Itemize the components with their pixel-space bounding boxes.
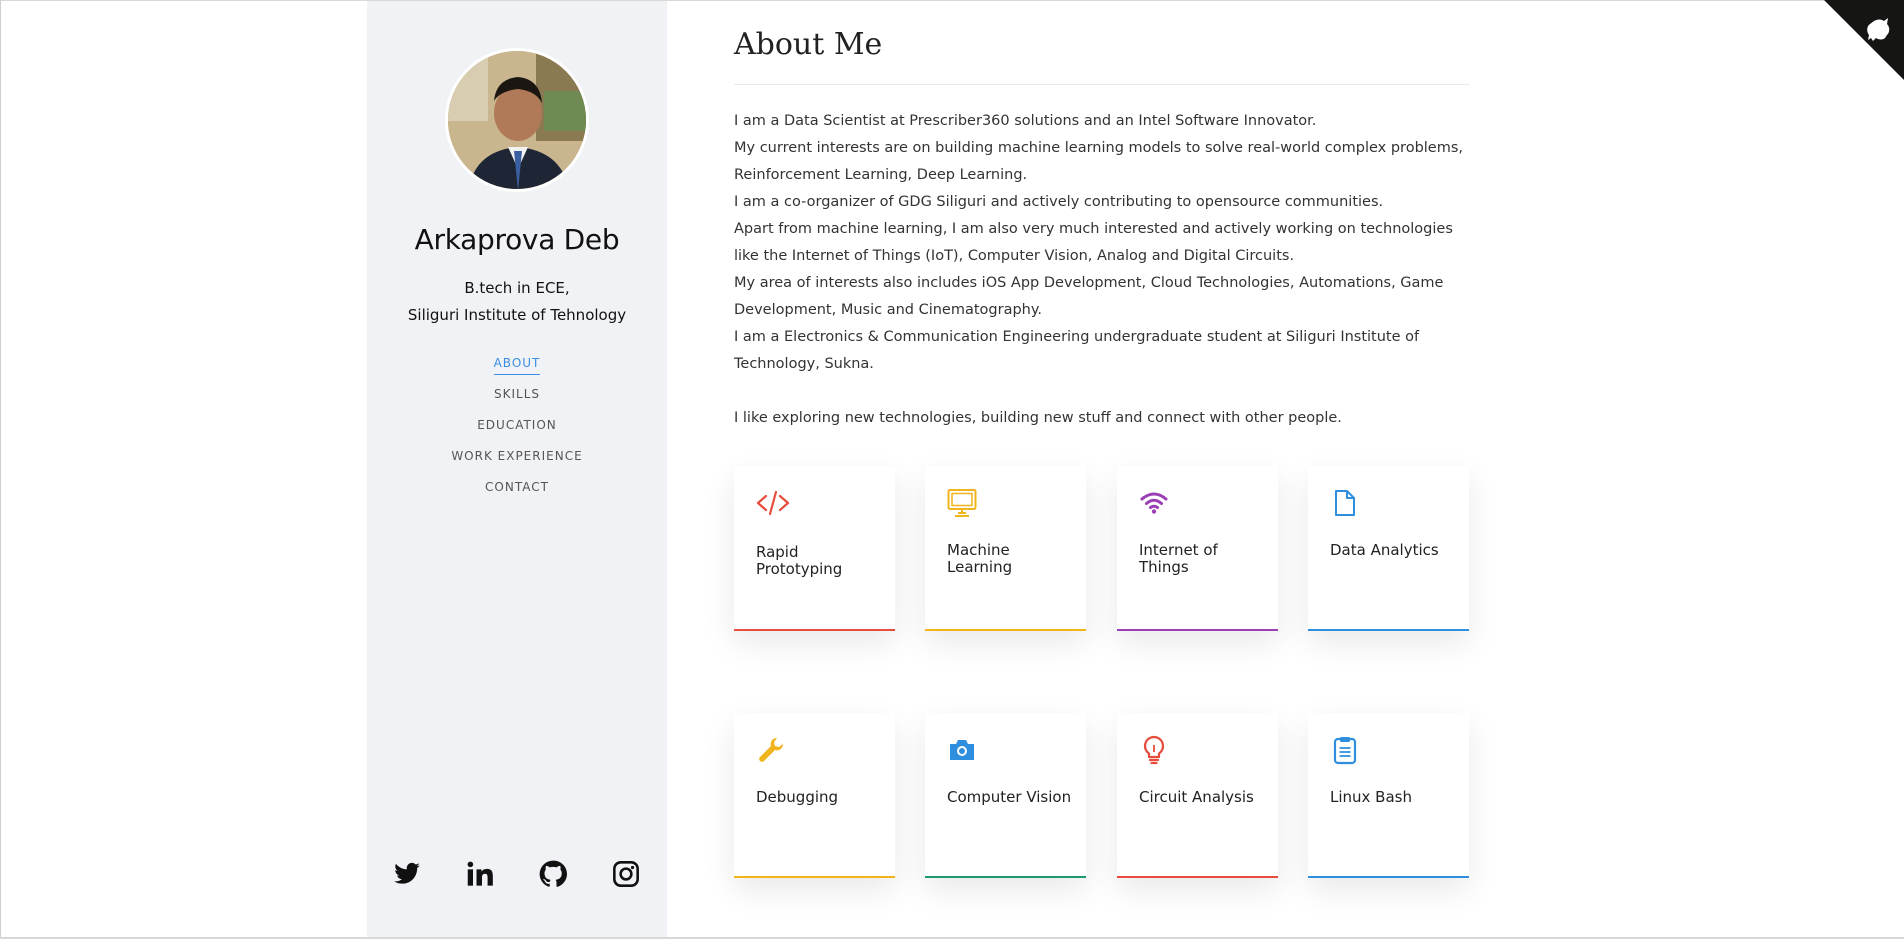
skill-card-label: Data Analytics xyxy=(1330,541,1439,559)
profile-institute: Siliguri Institute of Tehnology xyxy=(407,306,627,324)
about-text: I am a Data Scientist at Prescriber360 s… xyxy=(734,108,1474,432)
lightbulb-icon xyxy=(1139,735,1169,765)
document-icon xyxy=(1330,488,1360,518)
profile-name: Arkaprova Deb xyxy=(414,223,620,256)
skill-card-label: Rapid Prototyping xyxy=(756,543,843,578)
top-border xyxy=(0,0,1904,1)
title-divider xyxy=(734,84,1470,85)
about-paragraph: I am a co-organizer of GDG Siliguri and … xyxy=(734,194,1384,210)
twitter-icon[interactable] xyxy=(393,860,421,888)
code-icon xyxy=(756,488,790,518)
card-accent-bar xyxy=(734,629,895,631)
skill-card-computer-vision: Computer Vision xyxy=(925,713,1086,878)
profile-photo xyxy=(448,51,586,189)
skill-card-rapid-prototyping: Rapid Prototyping xyxy=(734,466,895,631)
sidebar: Arkaprova Deb B.tech in ECE, Siliguri In… xyxy=(367,1,667,937)
github-corner-icon xyxy=(1824,0,1904,80)
clipboard-icon xyxy=(1330,735,1360,765)
profile-degree: B.tech in ECE, xyxy=(464,279,570,297)
wifi-icon xyxy=(1139,488,1169,518)
about-paragraph: I am a Electronics & Communication Engin… xyxy=(734,329,1420,372)
card-accent-bar xyxy=(925,629,1086,631)
skill-card-label: Machine Learning xyxy=(947,541,1013,576)
about-paragraph: Apart from machine learning, I am also v… xyxy=(734,221,1453,264)
skill-card-linux-bash: Linux Bash xyxy=(1308,713,1469,878)
skill-card-debugging: Debugging xyxy=(734,713,895,878)
github-icon[interactable] xyxy=(539,860,567,888)
skill-card-machine-learning: Machine Learning xyxy=(925,466,1086,631)
nav-item-education[interactable]: EDUCATION xyxy=(367,416,667,447)
about-closing: I like exploring new technologies, build… xyxy=(734,410,1342,426)
skill-card-data-analytics: Data Analytics xyxy=(1308,466,1469,631)
wrench-icon xyxy=(756,735,786,765)
card-accent-bar xyxy=(734,876,895,878)
card-accent-bar xyxy=(1308,876,1469,878)
github-corner-link[interactable] xyxy=(1824,0,1904,80)
social-links xyxy=(367,860,667,900)
linkedin-icon[interactable] xyxy=(466,860,494,888)
left-border xyxy=(0,0,1,939)
skill-card-label: Circuit Analysis xyxy=(1139,788,1254,806)
nav-item-about[interactable]: ABOUT xyxy=(367,354,667,385)
monitor-icon xyxy=(947,488,977,518)
about-paragraph: My current interests are on building mac… xyxy=(734,140,1464,183)
sidebar-nav: ABOUT SKILLS EDUCATION WORK EXPERIENCE C… xyxy=(367,354,667,509)
card-accent-bar xyxy=(1117,876,1278,878)
nav-item-skills[interactable]: SKILLS xyxy=(367,385,667,416)
skill-card-label: Linux Bash xyxy=(1330,788,1412,806)
camera-icon xyxy=(947,735,977,765)
skill-card-label: Internet of Things xyxy=(1139,541,1218,576)
skill-card-label: Computer Vision xyxy=(947,788,1072,806)
about-paragraph: I am a Data Scientist at Prescriber360 s… xyxy=(734,113,1317,129)
card-accent-bar xyxy=(1117,629,1278,631)
card-accent-bar xyxy=(925,876,1086,878)
avatar xyxy=(445,48,589,192)
skill-card-label: Debugging xyxy=(756,788,839,806)
page-title: About Me xyxy=(734,27,883,62)
nav-item-contact[interactable]: CONTACT xyxy=(367,478,667,509)
skill-card-internet-of-things: Internet of Things xyxy=(1117,466,1278,631)
about-paragraph: My area of interests also includes iOS A… xyxy=(734,275,1444,318)
instagram-icon[interactable] xyxy=(612,860,640,888)
nav-item-work-experience[interactable]: WORK EXPERIENCE xyxy=(367,447,667,478)
skill-card-circuit-analysis: Circuit Analysis xyxy=(1117,713,1278,878)
card-accent-bar xyxy=(1308,629,1469,631)
